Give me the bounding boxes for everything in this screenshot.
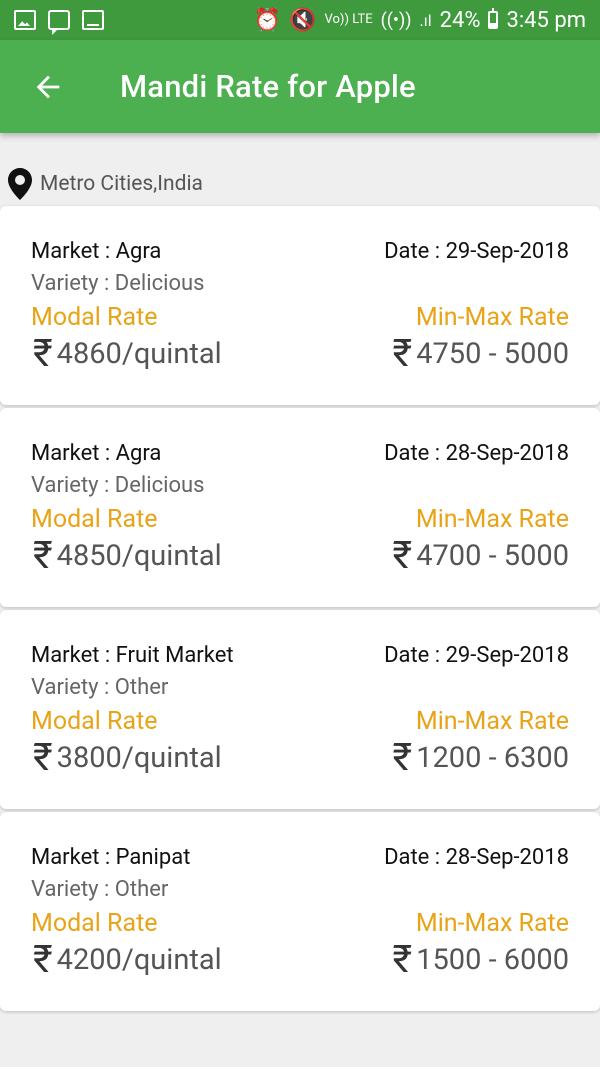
variety: Variety : Delicious <box>31 473 205 498</box>
rupee-icon: ₹ <box>392 534 413 578</box>
notification-icons <box>14 10 104 35</box>
signal-icon: .ıl <box>419 10 432 30</box>
modal-rate-value: ₹ 3800/quintal <box>33 738 222 778</box>
rate-card[interactable]: Market : Panipat Date : 28-Sep-2018 Vari… <box>0 812 600 1011</box>
location-text: Metro Cities,India <box>40 172 203 196</box>
min-max-rate-value: ₹ 1500 - 6000 <box>393 940 569 980</box>
mute-icon: 🔇 <box>289 7 317 33</box>
rate-date: Date : 29-Sep-2018 <box>384 643 569 668</box>
rate-date: Date : 29-Sep-2018 <box>384 239 569 264</box>
modal-rate-label: Modal Rate <box>31 909 158 938</box>
market-name: Market : Agra <box>31 239 162 264</box>
variety: Variety : Other <box>31 877 169 902</box>
min-max-rate-label: Min-Max Rate <box>415 707 569 736</box>
app-bar: Mandi Rate for Apple <box>0 40 600 133</box>
back-button[interactable] <box>18 57 78 117</box>
modal-rate-text: 4850/quintal <box>56 539 222 573</box>
location-pin-icon <box>8 168 32 200</box>
rate-date: Date : 28-Sep-2018 <box>384 441 569 466</box>
rupee-icon: ₹ <box>392 736 413 780</box>
message-icon <box>48 10 70 35</box>
system-icons: ⏰ 🔇 Vo)) LTE ((•)) .ıl 24% 3:45 pm <box>254 8 586 33</box>
rupee-icon: ₹ <box>33 332 53 376</box>
clock: 3:45 pm <box>506 7 586 33</box>
rupee-icon: ₹ <box>33 938 53 982</box>
modal-rate-label: Modal Rate <box>31 303 158 332</box>
alarm-icon: ⏰ <box>253 7 282 33</box>
wifi-icon: ((•)) <box>380 9 412 31</box>
location-row: Metro Cities,India <box>8 168 203 200</box>
arrow-left-icon <box>36 75 60 98</box>
rate-date: Date : 28-Sep-2018 <box>384 845 569 870</box>
gallery-icon <box>14 10 36 30</box>
min-max-rate-text: 4750 - 5000 <box>416 337 569 371</box>
rate-card[interactable]: Market : Agra Date : 28-Sep-2018 Variety… <box>0 408 600 607</box>
min-max-rate-value: ₹ 4750 - 5000 <box>393 334 569 374</box>
variety: Variety : Delicious <box>31 271 205 296</box>
min-max-rate-label: Min-Max Rate <box>415 909 569 938</box>
min-max-rate-value: ₹ 4700 - 5000 <box>393 536 569 576</box>
battery-percent: 24% <box>439 7 481 33</box>
rate-card[interactable]: Market : Agra Date : 29-Sep-2018 Variety… <box>0 206 600 405</box>
modal-rate-text: 4860/quintal <box>56 337 222 371</box>
rupee-icon: ₹ <box>33 736 53 780</box>
modal-rate-value: ₹ 4860/quintal <box>33 334 222 374</box>
min-max-rate-label: Min-Max Rate <box>415 505 569 534</box>
modal-rate-value: ₹ 4850/quintal <box>33 536 222 576</box>
variety: Variety : Other <box>31 675 169 700</box>
market-name: Market : Fruit Market <box>31 643 234 668</box>
min-max-rate-text: 4700 - 5000 <box>416 539 569 573</box>
market-name: Market : Agra <box>31 441 162 466</box>
volte-icon: Vo)) LTE <box>324 12 373 27</box>
rupee-icon: ₹ <box>392 332 413 376</box>
page-title: Mandi Rate for Apple <box>120 68 416 105</box>
modal-rate-text: 3800/quintal <box>56 741 222 775</box>
activity-icon <box>82 10 104 30</box>
min-max-rate-value: ₹ 1200 - 6300 <box>393 738 569 778</box>
min-max-rate-label: Min-Max Rate <box>415 303 569 332</box>
modal-rate-label: Modal Rate <box>31 707 158 736</box>
modal-rate-value: ₹ 4200/quintal <box>33 940 222 980</box>
status-bar: ⏰ 🔇 Vo)) LTE ((•)) .ıl 24% 3:45 pm <box>0 0 600 40</box>
min-max-rate-text: 1200 - 6300 <box>416 741 569 775</box>
rate-card[interactable]: Market : Fruit Market Date : 29-Sep-2018… <box>0 610 600 809</box>
min-max-rate-text: 1500 - 6000 <box>416 943 569 977</box>
modal-rate-label: Modal Rate <box>31 505 158 534</box>
market-name: Market : Panipat <box>31 845 191 870</box>
modal-rate-text: 4200/quintal <box>56 943 222 977</box>
rupee-icon: ₹ <box>392 938 413 982</box>
rupee-icon: ₹ <box>33 534 53 578</box>
battery-icon <box>488 8 499 29</box>
